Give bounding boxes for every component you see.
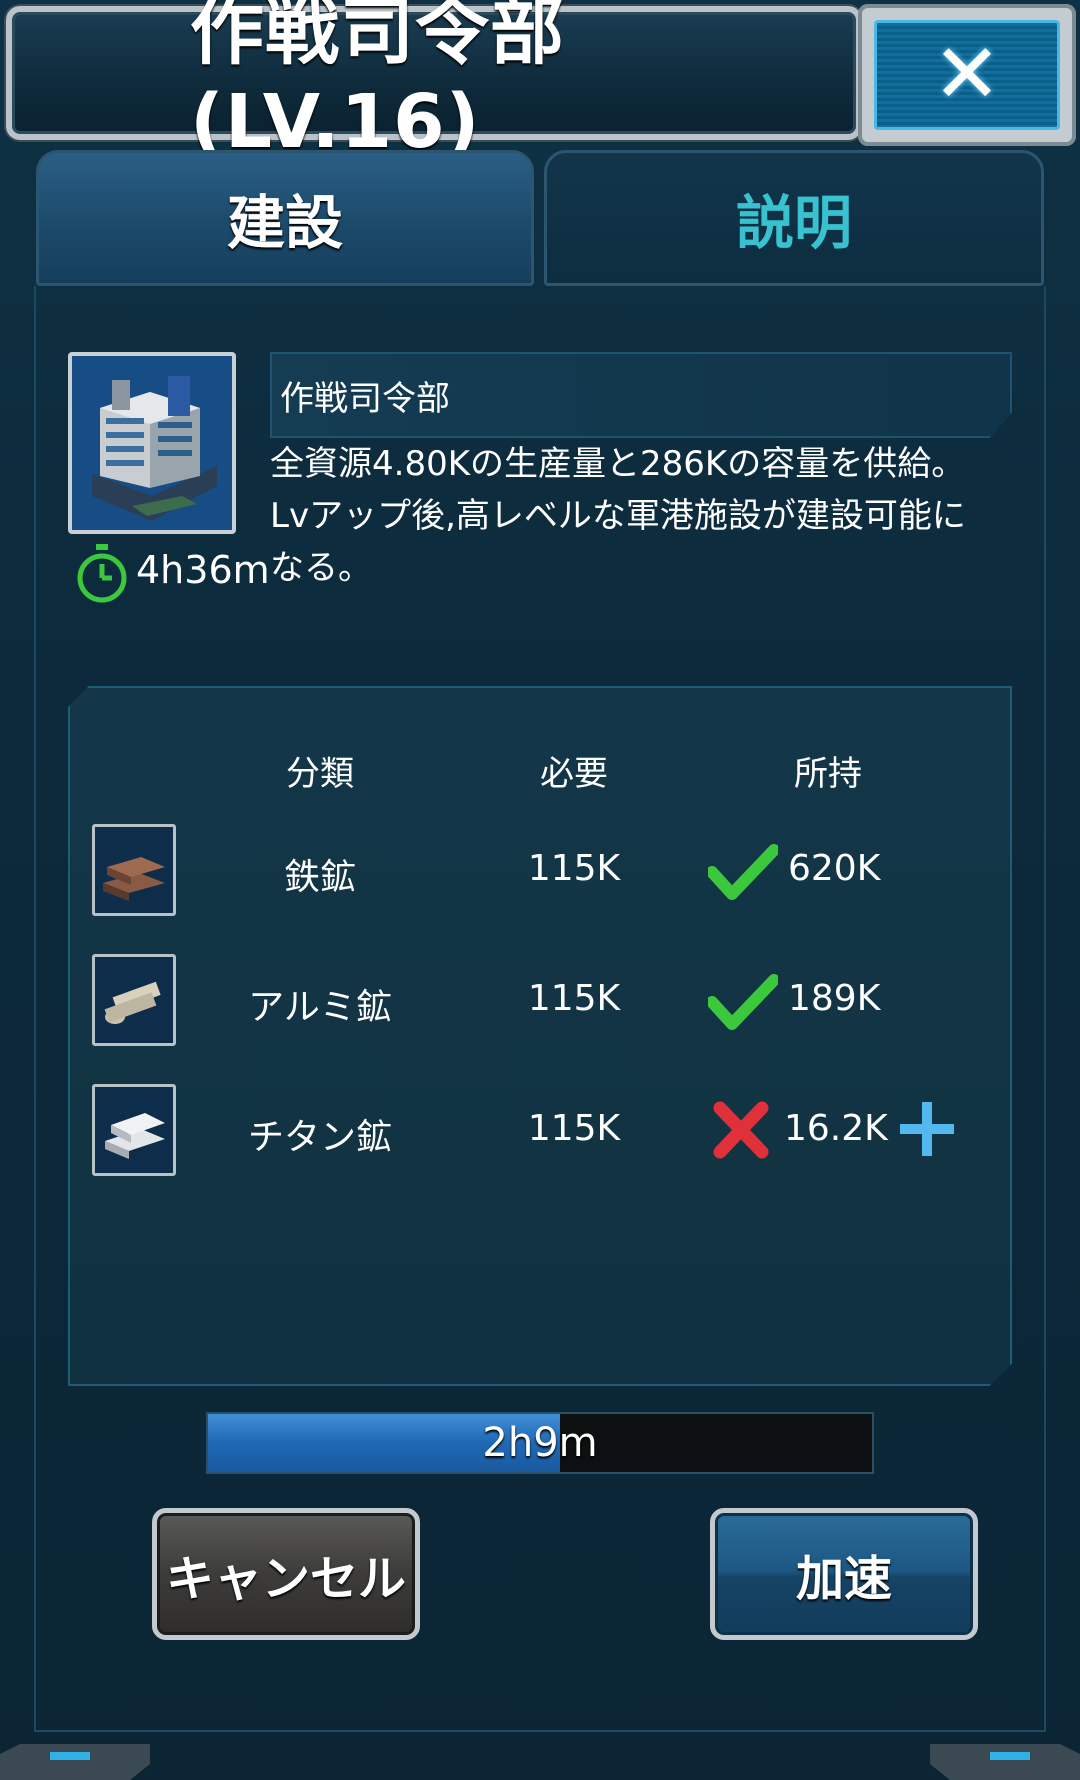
build-time: 4h36m [136, 548, 270, 592]
resource-name: アルミ鉱 [248, 987, 392, 1028]
resource-owned: 16.2K [784, 1108, 888, 1149]
cross-icon [713, 1101, 769, 1159]
resource-name: 鉄鉱 [283, 857, 357, 898]
corner-decoration [0, 1744, 150, 1780]
add-resource-button[interactable] [896, 1098, 958, 1160]
tab-description[interactable]: 説明 [544, 150, 1044, 286]
corner-decoration [930, 1744, 1080, 1780]
resource-owned: 620K [788, 848, 881, 889]
header-owned: 所持 [794, 754, 862, 794]
dialog-title: 作戦司令部(LV.16) [190, 0, 565, 165]
timer-icon [77, 544, 127, 603]
resource-required: 115K [527, 1108, 621, 1149]
header-required: 必要 [540, 754, 608, 794]
resource-required: 115K [527, 848, 621, 889]
close-button[interactable]: ✕ [858, 4, 1076, 146]
resource-required: 115K [527, 978, 621, 1019]
progress-remaining-time: 2h9m [482, 1420, 598, 1466]
building-name: 作戦司令部 [270, 352, 1012, 438]
resource-owned: 189K [788, 978, 881, 1019]
building-thumbnail [68, 352, 236, 534]
cancel-button[interactable]: キャンセル [152, 1508, 420, 1640]
speedup-button[interactable]: 加速 [710, 1508, 978, 1640]
check-icon [708, 844, 778, 900]
aluminum-ore-icon [92, 954, 176, 1046]
building-description: 全資源4.80Kの生産量と286Kの容量を供給。Lvアップ後,高レベルな軍港施設… [270, 444, 966, 588]
resource-name: チタン鉱 [247, 1117, 393, 1158]
check-icon [708, 974, 778, 1030]
titanium-ore-icon [92, 1084, 176, 1176]
tab-build[interactable]: 建設 [36, 150, 534, 286]
header-category: 分類 [286, 754, 354, 794]
iron-ore-icon [92, 824, 176, 916]
build-progress-bar: 2h9m [206, 1412, 874, 1474]
close-icon: ✕ [932, 27, 1002, 122]
